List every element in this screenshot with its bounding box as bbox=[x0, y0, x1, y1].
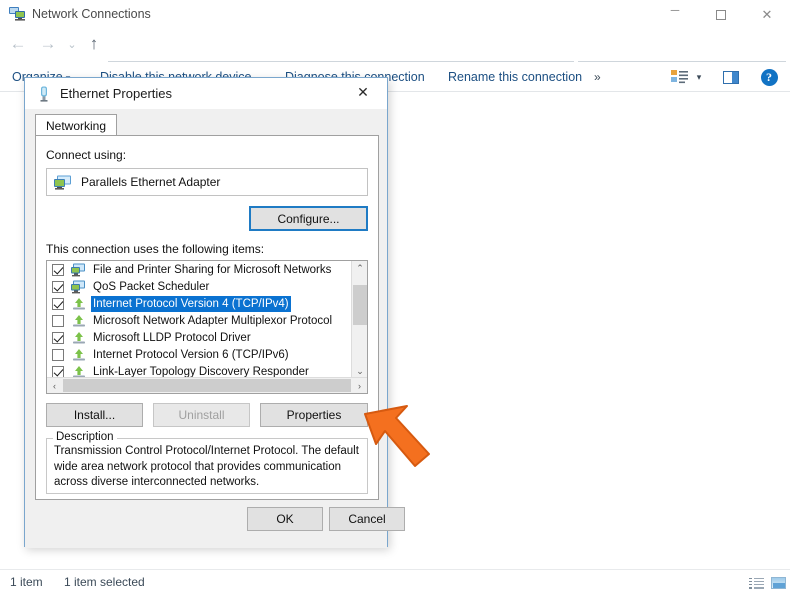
cancel-button[interactable]: Cancel bbox=[329, 507, 405, 531]
preview-pane-icon bbox=[723, 70, 739, 84]
scroll-up-button[interactable]: ⌃ bbox=[352, 261, 367, 276]
list-horizontal-scrollbar[interactable]: ‹ › bbox=[47, 377, 367, 393]
navigation-bar: ← → ⌄ ↑ › Control Panel › Network and In… bbox=[0, 29, 790, 85]
large-icons-view-icon bbox=[770, 577, 786, 589]
title-bar: Network Connections ─ ✕ bbox=[0, 0, 790, 29]
scroll-thumb-vertical[interactable] bbox=[353, 285, 367, 325]
list-item-checkbox[interactable] bbox=[52, 365, 64, 378]
help-button[interactable]: ? bbox=[756, 66, 782, 88]
components-list[interactable]: File and Printer Sharing for Microsoft N… bbox=[46, 260, 368, 394]
list-item-label: Microsoft Network Adapter Multiplexor Pr… bbox=[93, 314, 333, 327]
tab-label: Networking bbox=[46, 118, 107, 133]
network-adapter-icon bbox=[40, 86, 48, 102]
maximize-icon bbox=[716, 9, 726, 20]
scroll-left-button[interactable]: ‹ bbox=[47, 378, 62, 393]
back-arrow-icon: ← bbox=[9, 34, 27, 53]
network-service-icon bbox=[71, 280, 85, 293]
rename-connection-button[interactable]: Rename this connection bbox=[448, 68, 582, 86]
minimize-button[interactable]: ─ bbox=[652, 0, 698, 29]
change-view-button[interactable] bbox=[668, 66, 692, 88]
description-legend: Description bbox=[53, 431, 117, 443]
network-protocol-icon bbox=[73, 331, 85, 343]
description-text: Transmission Control Protocol/Internet P… bbox=[54, 445, 359, 488]
chevron-right-icon: › bbox=[358, 380, 361, 391]
properties-button[interactable]: Properties bbox=[260, 403, 368, 427]
details-view-icon bbox=[748, 577, 764, 589]
change-view-dropdown[interactable]: ▾ bbox=[692, 66, 706, 88]
network-connections-window: ∕∕ .com Network Connections ─ ✕ ← → bbox=[0, 0, 790, 595]
dialog-close-button[interactable]: ✕ bbox=[341, 78, 385, 107]
install-button[interactable]: Install... bbox=[46, 403, 143, 427]
list-item[interactable]: Internet Protocol Version 4 (TCP/IPv4) bbox=[47, 295, 352, 312]
help-icon: ? bbox=[760, 68, 778, 86]
status-selected-count: 1 item selected bbox=[64, 575, 145, 589]
list-item-label: QoS Packet Scheduler bbox=[93, 280, 210, 293]
chevron-down-icon: ⌄ bbox=[356, 366, 364, 376]
ethernet-properties-dialog: Ethernet Properties ✕ Networking Connect… bbox=[24, 77, 405, 548]
close-icon: ✕ bbox=[357, 84, 369, 100]
networking-tab-panel: Connect using: Parallels Ethernet Adapte… bbox=[35, 135, 379, 500]
details-view-button[interactable] bbox=[746, 574, 766, 592]
tab-networking[interactable]: Networking bbox=[35, 114, 118, 136]
list-item-checkbox[interactable] bbox=[52, 263, 64, 276]
list-item-checkbox[interactable] bbox=[52, 297, 64, 310]
uninstall-button: Uninstall bbox=[153, 403, 250, 427]
minimize-icon: ─ bbox=[670, 3, 680, 17]
adapter-display: Parallels Ethernet Adapter bbox=[46, 168, 368, 196]
adapter-name: Parallels Ethernet Adapter bbox=[81, 175, 221, 189]
list-item[interactable]: File and Printer Sharing for Microsoft N… bbox=[47, 261, 352, 278]
status-item-count: 1 item bbox=[10, 575, 43, 589]
close-icon: ✕ bbox=[761, 7, 773, 22]
up-arrow-icon: ↑ bbox=[89, 34, 99, 53]
list-item-checkbox[interactable] bbox=[52, 314, 64, 327]
chevron-down-icon: ⌄ bbox=[67, 38, 77, 51]
forward-arrow-icon: → bbox=[39, 34, 57, 53]
tab-strip: Networking bbox=[35, 114, 379, 136]
scroll-thumb-horizontal[interactable] bbox=[63, 379, 351, 392]
change-view-icon bbox=[671, 70, 688, 84]
maximize-button[interactable] bbox=[698, 0, 744, 29]
list-item-checkbox[interactable] bbox=[52, 331, 64, 344]
dialog-body: Networking Connect using: Parallels Ethe… bbox=[25, 109, 405, 548]
list-item-label: Internet Protocol Version 4 (TCP/IPv4) bbox=[91, 295, 291, 312]
preview-pane-button[interactable] bbox=[718, 66, 744, 88]
network-service-icon bbox=[71, 263, 85, 276]
chevron-down-icon: ▾ bbox=[696, 71, 702, 82]
chevron-up-icon: ⌃ bbox=[356, 263, 364, 273]
list-item-checkbox[interactable] bbox=[52, 280, 64, 293]
scroll-right-button[interactable]: › bbox=[352, 378, 367, 393]
network-connections-icon bbox=[9, 7, 25, 21]
list-item-label: File and Printer Sharing for Microsoft N… bbox=[93, 263, 332, 276]
list-item[interactable]: Microsoft Network Adapter Multiplexor Pr… bbox=[47, 312, 352, 329]
ethernet-adapter-icon bbox=[54, 175, 71, 190]
connect-using-label: Connect using: bbox=[46, 148, 127, 162]
list-item-label: Microsoft LLDP Protocol Driver bbox=[93, 331, 251, 344]
components-list-inner: File and Printer Sharing for Microsoft N… bbox=[47, 261, 352, 379]
list-item[interactable]: Microsoft LLDP Protocol Driver bbox=[47, 329, 352, 346]
recent-locations-button[interactable]: ⌄ bbox=[62, 31, 82, 57]
forward-button[interactable]: → bbox=[34, 31, 62, 57]
ok-button[interactable]: OK bbox=[247, 507, 323, 531]
status-bar: 1 item 1 item selected bbox=[0, 569, 790, 595]
toolbar-overflow-button[interactable]: » bbox=[594, 68, 601, 86]
list-item-label: Internet Protocol Version 6 (TCP/IPv6) bbox=[93, 348, 289, 361]
dialog-title-bar: Ethernet Properties ✕ bbox=[25, 78, 387, 109]
back-button[interactable]: ← bbox=[4, 31, 32, 57]
network-protocol-icon bbox=[73, 314, 85, 326]
list-item[interactable]: Internet Protocol Version 6 (TCP/IPv6) bbox=[47, 346, 352, 363]
window-title: Network Connections bbox=[32, 7, 151, 21]
list-vertical-scrollbar[interactable]: ⌃ ⌄ bbox=[351, 261, 367, 379]
list-item-checkbox[interactable] bbox=[52, 348, 64, 361]
network-protocol-icon bbox=[73, 297, 85, 309]
configure-button[interactable]: Configure... bbox=[249, 206, 368, 231]
large-icons-view-button[interactable] bbox=[768, 574, 788, 592]
up-button[interactable]: ↑ bbox=[82, 31, 106, 57]
close-button[interactable]: ✕ bbox=[744, 0, 790, 29]
items-label: This connection uses the following items… bbox=[46, 242, 265, 256]
dialog-title: Ethernet Properties bbox=[60, 86, 173, 101]
chevron-left-icon: ‹ bbox=[53, 380, 56, 391]
network-protocol-icon bbox=[73, 348, 85, 360]
list-item[interactable]: QoS Packet Scheduler bbox=[47, 278, 352, 295]
